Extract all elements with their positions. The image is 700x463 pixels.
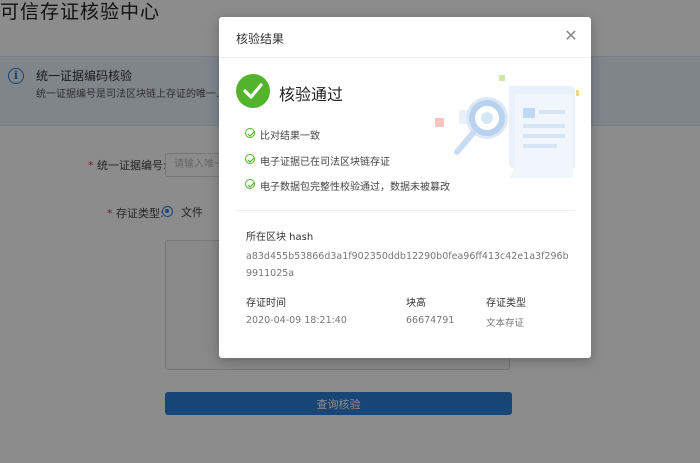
time-value: 2020-04-09 18:21:40 — [246, 315, 347, 326]
close-icon[interactable]: ✕ — [563, 28, 579, 44]
document-magnifier-illustration — [435, 75, 579, 178]
divider — [236, 210, 574, 211]
success-check-icon — [236, 74, 270, 108]
evidence-type-label: 存证类型 — [486, 298, 526, 309]
block-height-label: 块高 — [406, 298, 426, 309]
check-circle-icon — [245, 179, 255, 189]
modal-title: 核验结果 — [236, 32, 285, 46]
block-height-value: 66674791 — [406, 315, 455, 326]
block-hash-label: 所在区块 hash — [246, 232, 314, 243]
evidence-type-value: 文本存证 — [486, 318, 525, 329]
result-modal: 核验结果 ✕ 核验通过 比对结果一致 电子证据已在司法区块链存证 电子数据包完整… — [219, 17, 591, 358]
check-circle-icon — [245, 128, 255, 138]
block-hash-value: a83d455b53866d3a1f902350ddb12290b0fea96f… — [246, 251, 569, 279]
verification-status: 核验通过 — [279, 85, 344, 104]
modal-header: 核验结果 ✕ — [219, 17, 591, 58]
time-label: 存证时间 — [246, 298, 286, 309]
check-circle-icon — [245, 154, 255, 164]
